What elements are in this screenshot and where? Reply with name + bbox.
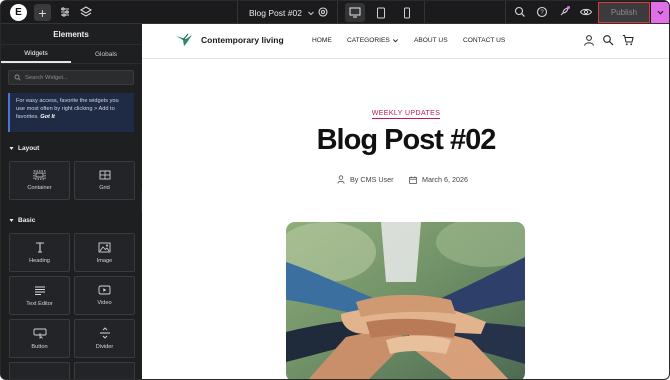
video-icon [98, 285, 111, 295]
tab-widgets[interactable]: Widgets [1, 45, 71, 63]
mobile-view-button[interactable] [397, 3, 417, 22]
widget-button[interactable]: Button [9, 319, 70, 358]
widget-partial[interactable] [9, 362, 70, 379]
caret-down-icon [9, 219, 14, 222]
caret-down-icon [9, 147, 14, 150]
panel-title: Elements [1, 24, 141, 45]
notice-text: For easy access, favorite the widgets yo… [16, 98, 119, 120]
user-account-icon[interactable] [583, 34, 595, 46]
editor-window: E + Blog Post #02 ? Publish Elements Wid… [0, 0, 670, 380]
hummingbird-logo-icon[interactable] [174, 32, 194, 50]
whats-new-rocket-icon[interactable] [557, 5, 571, 19]
image-icon [98, 242, 111, 252]
svg-text:?: ? [540, 10, 544, 16]
publish-button[interactable]: Publish [598, 2, 650, 23]
nav-home[interactable]: HOME [312, 37, 332, 44]
widget-video[interactable]: Video [74, 276, 135, 315]
widget-divider[interactable]: Divider [74, 319, 135, 358]
nav-label: CONTACT US [463, 37, 506, 44]
elements-panel: Elements Widgets Globals For easy access… [1, 24, 141, 379]
favorites-notice: For easy access, favorite the widgets yo… [8, 93, 134, 132]
widget-grid[interactable]: Grid [74, 161, 135, 200]
heading-icon [35, 242, 44, 253]
desktop-view-button[interactable] [345, 3, 365, 22]
site-header: Contemporary living HOME CATEGORIES ABOU… [142, 24, 669, 59]
page-canvas: Contemporary living HOME CATEGORIES ABOU… [142, 24, 669, 379]
tablet-icon [377, 7, 385, 18]
grid-icon [99, 170, 110, 180]
category-layout-header[interactable]: Layout [9, 145, 39, 152]
widget-label: Heading [29, 258, 50, 264]
top-bar: E + Blog Post #02 ? Publish [1, 1, 669, 24]
panel-tabs: Widgets Globals [1, 45, 141, 64]
tablet-view-button[interactable] [371, 3, 391, 22]
widget-text-editor[interactable]: Text Editor [9, 276, 70, 315]
calendar-icon [409, 175, 417, 184]
chevron-down-icon [657, 10, 664, 15]
search-icon [14, 74, 21, 81]
chevron-down-icon [392, 39, 398, 43]
widget-label: Container [27, 185, 52, 191]
search-input[interactable] [25, 74, 125, 81]
featured-image[interactable] [286, 222, 525, 379]
document-title-dropdown[interactable]: Blog Post #02 [249, 1, 315, 24]
widget-heading[interactable]: Heading [9, 233, 70, 272]
widget-label: Text Editor [26, 300, 53, 307]
tab-globals[interactable]: Globals [71, 45, 141, 63]
author-user-icon [337, 175, 345, 184]
post-category-label[interactable]: WEEKLY UPDATES [142, 102, 669, 120]
category-basic-header[interactable]: Basic [9, 217, 35, 224]
finder-search-icon[interactable] [513, 5, 527, 19]
search-icon[interactable] [602, 34, 614, 46]
divider-icon [99, 327, 110, 339]
widget-image[interactable]: Image [74, 233, 135, 272]
text-editor-icon [34, 286, 45, 295]
post-date: March 6, 2026 [409, 175, 468, 184]
post-author[interactable]: By CMS User [337, 175, 394, 184]
widget-label: Button [31, 343, 48, 350]
widget-label: Video [97, 300, 112, 306]
widget-partial[interactable] [74, 362, 135, 379]
widget-label: Image [96, 257, 113, 264]
basic-widgets: Heading Image Text Editor Video Button D… [9, 233, 135, 379]
widget-container[interactable]: Container [9, 161, 70, 200]
post-category-text: WEEKLY UPDATES [371, 110, 441, 119]
document-title: Blog Post #02 [249, 7, 302, 18]
button-icon [33, 328, 46, 339]
nav-label: HOME [312, 37, 332, 44]
nav-label: ABOUT US [414, 37, 448, 44]
post-title: Blog Post #02 [316, 124, 497, 156]
site-settings-icon[interactable] [58, 5, 72, 19]
help-icon[interactable]: ? [535, 5, 549, 19]
category-label: Basic [18, 217, 36, 224]
nav-contact-us[interactable]: CONTACT US [463, 37, 505, 44]
nav-categories[interactable]: CATEGORIES [347, 37, 399, 44]
preview-eye-icon[interactable] [579, 5, 593, 19]
featured-image-photo [286, 222, 525, 379]
publish-options-button[interactable] [651, 2, 669, 23]
widget-label: Divider [95, 344, 114, 350]
container-icon [33, 170, 46, 180]
widget-label: Grid [99, 185, 110, 191]
add-element-button[interactable]: + [34, 4, 51, 21]
desktop-icon [349, 7, 361, 18]
structure-layers-icon[interactable] [79, 5, 93, 19]
category-label: Layout [18, 145, 40, 152]
layout-widgets: Container Grid [9, 161, 135, 200]
post-date-text: March 6, 2026 [422, 175, 468, 184]
site-brand-name[interactable]: Contemporary living [201, 35, 284, 45]
shopping-cart-icon[interactable] [622, 34, 634, 46]
nav-about-us[interactable]: ABOUT US [414, 37, 448, 44]
chevron-down-icon [308, 11, 314, 15]
post-author-text: By CMS User [350, 175, 394, 184]
search-widget-field[interactable] [8, 70, 134, 85]
elementor-logo-icon[interactable]: E [10, 4, 27, 21]
page-settings-gear-icon[interactable] [316, 5, 330, 19]
mobile-icon [404, 7, 410, 18]
got-it-link[interactable]: Got It [40, 114, 55, 120]
nav-label: CATEGORIES [347, 37, 390, 44]
